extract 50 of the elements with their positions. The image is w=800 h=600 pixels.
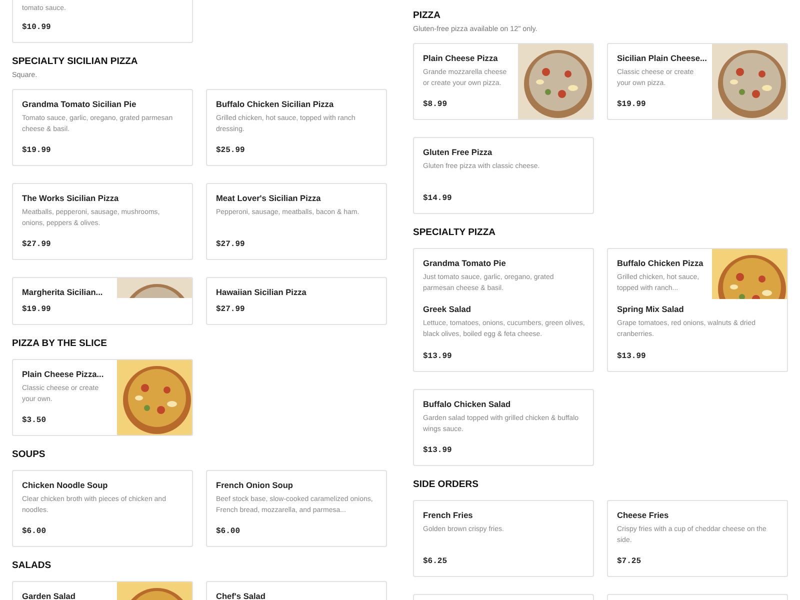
item-price: $13.99 — [423, 352, 453, 362]
item-name: Plain Cheese Pizza — [423, 53, 499, 64]
menu-item-card[interactable]: Hawaiian Sicilian Pizza $27.99 — [206, 277, 387, 325]
item-price: $13.99 — [617, 352, 647, 362]
item-name: Margherita Sicilian... — [22, 287, 104, 298]
item-name: Chicken Noodle Soup — [22, 480, 109, 491]
item-price: $10.99 — [22, 23, 52, 33]
section-heading: SIDE ORDERS — [413, 479, 480, 491]
section-heading: PIZZA BY THE SLICE — [12, 338, 108, 350]
item-name: Spring Mix Salad — [617, 304, 685, 315]
item-price: $8.99 — [423, 100, 448, 110]
item-name: Buffalo Chicken Sicilian Pizza — [216, 99, 335, 110]
item-name: Greek Salad — [423, 304, 472, 315]
menu-item-card[interactable]: Margherita Sicilian... $19.99 — [12, 277, 193, 325]
item-name: Plain Cheese Pizza... — [22, 369, 105, 380]
item-name: Garden Salad — [22, 591, 76, 600]
item-name: Grandma Tomato Pie — [423, 258, 507, 269]
section-heading: PIZZA — [413, 10, 442, 22]
item-price: $25.99 — [216, 146, 246, 156]
item-name: Chef's Salad — [216, 591, 266, 600]
item-price: $19.99 — [22, 305, 52, 315]
item-name: Cheese Fries — [617, 510, 670, 521]
item-price: $14.99 — [423, 194, 453, 204]
item-name: Buffalo Chicken Pizza — [617, 258, 704, 269]
menu-item-card[interactable]: Garden Salad — [12, 581, 193, 600]
item-price: $19.99 — [617, 100, 647, 110]
item-price: $6.25 — [423, 557, 448, 567]
item-price: $19.99 — [22, 146, 52, 156]
item-price: $6.00 — [216, 527, 242, 537]
item-price: $27.99 — [216, 240, 246, 250]
item-price: $6.00 — [22, 527, 48, 537]
menu-item-card[interactable]: Chef's Salad — [206, 581, 387, 600]
item-name: Hawaiian Sicilian Pizza — [216, 287, 308, 298]
item-name: French Fries — [423, 510, 474, 521]
item-price: $7.25 — [617, 557, 642, 567]
item-price: $27.99 — [22, 240, 52, 250]
section-heading: SPECIALTY SICILIAN PIZZA — [12, 56, 139, 68]
item-name: Meat Lover's Sicilian Pizza — [216, 193, 322, 204]
item-name: Gluten Free Pizza — [423, 147, 494, 158]
section-heading: SPECIALTY PIZZA — [413, 227, 497, 239]
item-name: Sicilian Plain Cheese... — [617, 53, 704, 64]
item-name: French Onion Soup — [216, 480, 294, 491]
item-name: Grandma Tomato Sicilian Pie — [22, 99, 138, 110]
section-heading: SALADS — [12, 560, 52, 572]
item-price: $3.50 — [22, 416, 48, 426]
item-name: The Works Sicilian Pizza — [22, 193, 120, 204]
item-price: $13.99 — [423, 446, 453, 456]
section-heading: SOUPS — [12, 449, 46, 461]
item-price: $27.99 — [216, 305, 246, 315]
item-name: Buffalo Chicken Salad — [423, 399, 512, 410]
